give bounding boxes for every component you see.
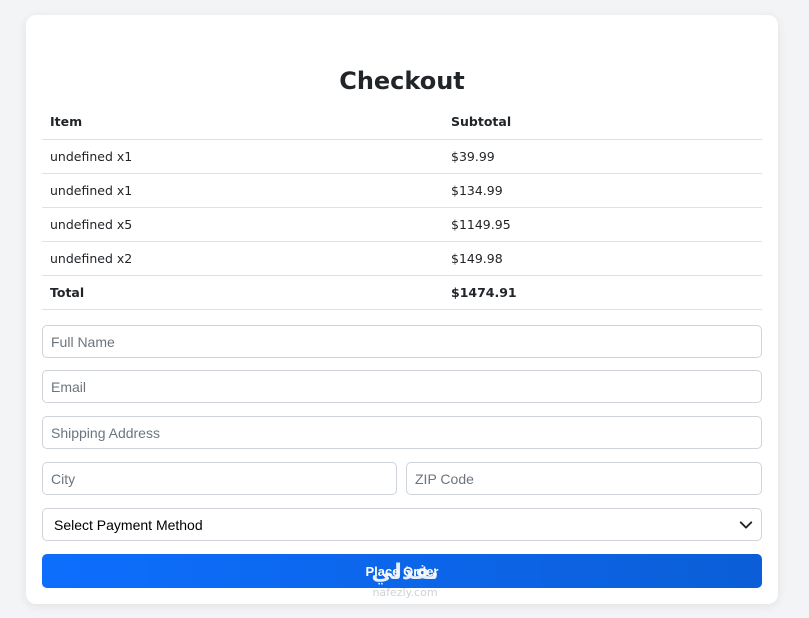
subtotal-cell: $1149.95 — [443, 207, 762, 242]
page-title: Checkout — [339, 67, 465, 95]
item-cell: undefined x1 — [42, 173, 443, 208]
total-row: Total $1474.91 — [42, 275, 762, 310]
column-header-item: Item — [42, 105, 443, 140]
column-header-subtotal: Subtotal — [443, 105, 762, 140]
table-row: undefined x2 $149.98 — [42, 241, 762, 276]
place-order-button[interactable]: Place Order — [42, 554, 762, 588]
table-row: undefined x1 $39.99 — [42, 139, 762, 174]
table-row: undefined x5 $1149.95 — [42, 207, 762, 242]
item-cell: undefined x5 — [42, 207, 443, 242]
chevron-down-icon — [739, 521, 753, 529]
city-field[interactable] — [42, 462, 397, 495]
payment-method-selected: Select Payment Method — [54, 516, 203, 533]
shipping-address-field[interactable] — [42, 416, 762, 449]
email-field[interactable] — [42, 370, 762, 403]
item-cell: undefined x2 — [42, 241, 443, 276]
item-cell: undefined x1 — [42, 139, 443, 174]
payment-method-select[interactable]: Select Payment Method — [42, 508, 762, 541]
subtotal-cell: $39.99 — [443, 139, 762, 174]
checkout-card: Checkout Item Subtotal undefined x1 $39.… — [26, 15, 778, 604]
zip-code-field[interactable] — [406, 462, 762, 495]
total-value: $1474.91 — [443, 275, 762, 310]
full-name-field[interactable] — [42, 325, 762, 358]
subtotal-cell: $149.98 — [443, 241, 762, 276]
table-header-row: Item Subtotal — [42, 105, 762, 140]
total-label: Total — [42, 275, 443, 310]
order-summary-table: Item Subtotal undefined x1 $39.99 undefi… — [42, 105, 762, 310]
table-row: undefined x1 $134.99 — [42, 173, 762, 208]
subtotal-cell: $134.99 — [443, 173, 762, 208]
